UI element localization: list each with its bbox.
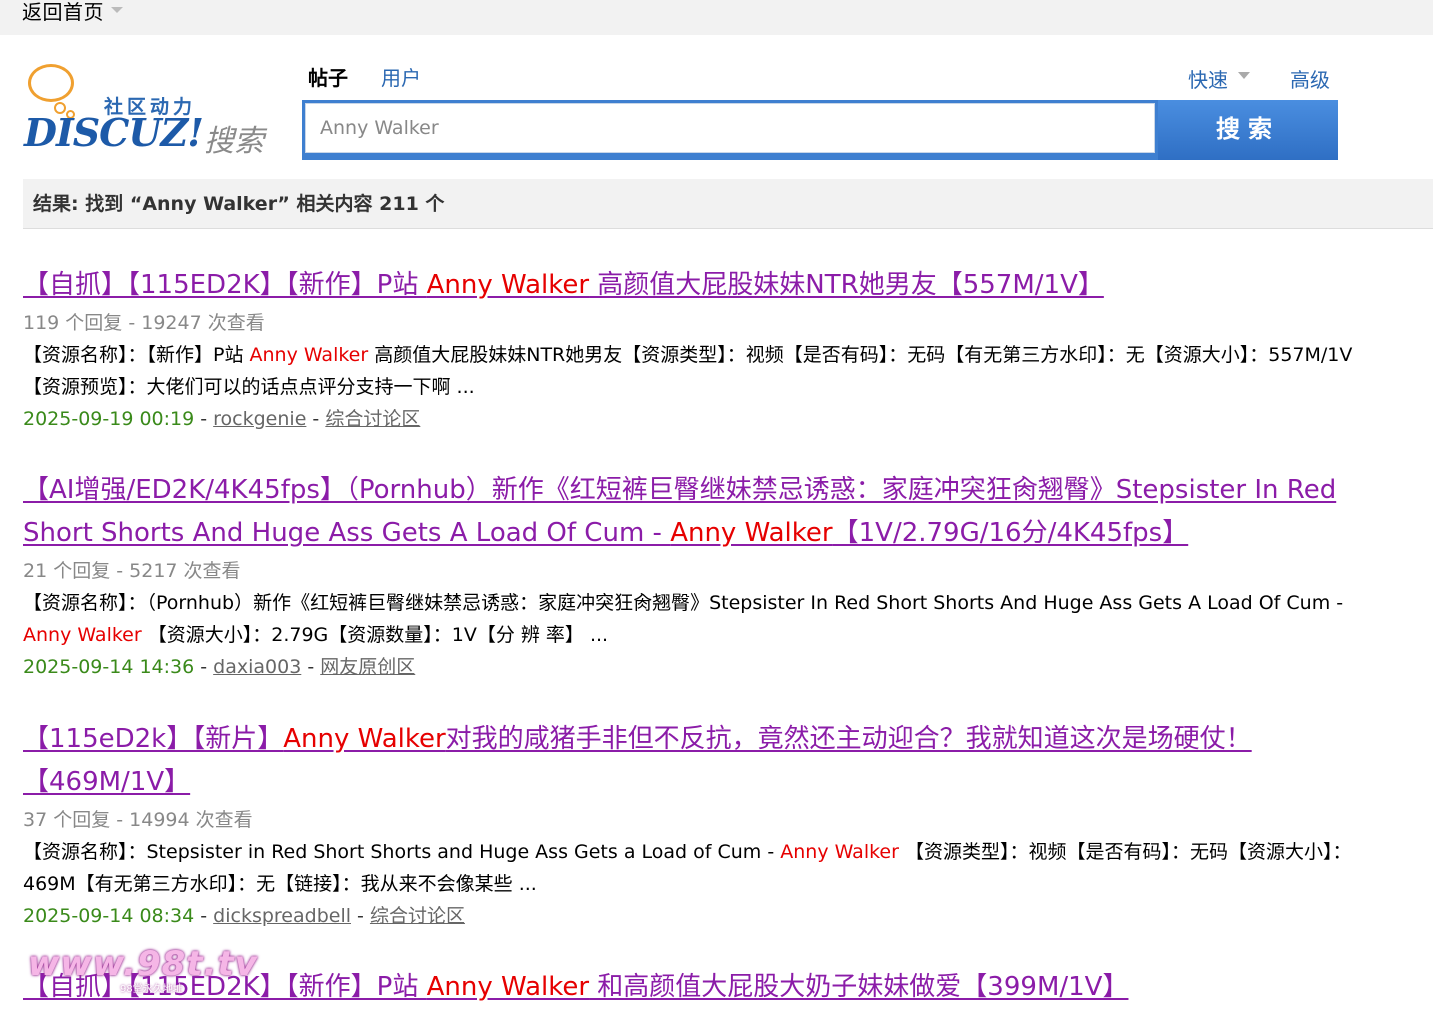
search-button[interactable]: 搜索 [1158, 100, 1338, 160]
author-link[interactable]: rockgenie [213, 408, 306, 430]
search-input[interactable] [305, 103, 1155, 153]
result-stats: 37 个回复 - 14994 次查看 [23, 809, 253, 831]
forum-link[interactable]: 网友原创区 [320, 656, 415, 678]
logo-search-text: 搜索 [204, 124, 264, 159]
site-watermark: www.98t.tv [28, 944, 258, 984]
watermark-subtext: 98堂永久地址 [120, 984, 183, 995]
results-count-text: 结果: 找到 “Anny Walker” 相关内容 211 个 [33, 193, 445, 215]
top-bar: 返回首页 [0, 0, 1433, 35]
advanced-search-link[interactable]: 高级 [1290, 64, 1330, 93]
result-stats: 119 个回复 - 19247 次查看 [23, 312, 265, 334]
quick-search-dropdown[interactable]: 快速 [1188, 64, 1228, 93]
tab-posts[interactable]: 帖子 [308, 62, 348, 91]
chevron-down-icon[interactable] [1238, 72, 1250, 79]
result-snippet: 【资源名称】：Stepsister in Red Short Shorts an… [23, 841, 1352, 895]
author-link[interactable]: daxia003 [213, 656, 301, 678]
forum-link[interactable]: 综合讨论区 [325, 408, 420, 430]
forum-link[interactable]: 综合讨论区 [370, 905, 465, 927]
result-title-link[interactable]: 【AI增强/ED2K/4K45fps】（Pornhub）新作《红短裤巨臀继妹禁忌… [23, 469, 1358, 555]
search-bar: 搜索 [302, 100, 1338, 160]
tab-users[interactable]: 用户 [381, 62, 421, 91]
result-snippet: 【资源名称】：（Pornhub）新作《红短裤巨臀继妹禁忌诱惑：家庭冲突狂肏翘臀》… [23, 592, 1344, 646]
result-title-link[interactable]: 【自抓】【115ED2K】【新作】P站 Anny Walker 高颜值大屁股妹妹… [23, 264, 1358, 307]
result-snippet: 【资源名称】：【新作】P站 Anny Walker 高颜值大屁股妹妹NTR她男友… [23, 344, 1353, 398]
result-meta: 2025-09-14 14:36 - daxia003 - 网友原创区 [23, 656, 416, 678]
discuz-logo[interactable]: 社区动力 DISCUZ! 搜索 [24, 62, 274, 162]
chevron-down-icon[interactable] [111, 7, 123, 13]
result-stats: 21 个回复 - 5217 次查看 [23, 560, 241, 582]
list-item: 【自抓】【115ED2K】【新作】P站 Anny Walker 高颜值大屁股妹妹… [23, 264, 1358, 435]
author-link[interactable]: dickspreadbell [213, 905, 351, 927]
result-title-link[interactable]: 【115eD2k】【新片】Anny Walker对我的咸猪手非但不反抗，竟然还主… [23, 718, 1358, 804]
result-meta: 2025-09-19 00:19 - rockgenie - 综合讨论区 [23, 408, 421, 430]
list-item: 【115eD2k】【新片】Anny Walker对我的咸猪手非但不反抗，竟然还主… [23, 718, 1358, 932]
list-item: 【AI增强/ED2K/4K45fps】（Pornhub）新作《红短裤巨臀继妹禁忌… [23, 469, 1358, 683]
results-header: 结果: 找到 “Anny Walker” 相关内容 211 个 [23, 179, 1433, 229]
result-meta: 2025-09-14 08:34 - dickspreadbell - 综合讨论… [23, 905, 465, 927]
result-date: 2025-09-14 14:36 [23, 656, 195, 678]
logo-brand: DISCUZ! [24, 110, 204, 155]
back-home-link[interactable]: 返回首页 [22, 0, 104, 25]
result-date: 2025-09-19 00:19 [23, 408, 195, 430]
speech-bubble-icon [28, 64, 74, 102]
result-date: 2025-09-14 08:34 [23, 905, 195, 927]
